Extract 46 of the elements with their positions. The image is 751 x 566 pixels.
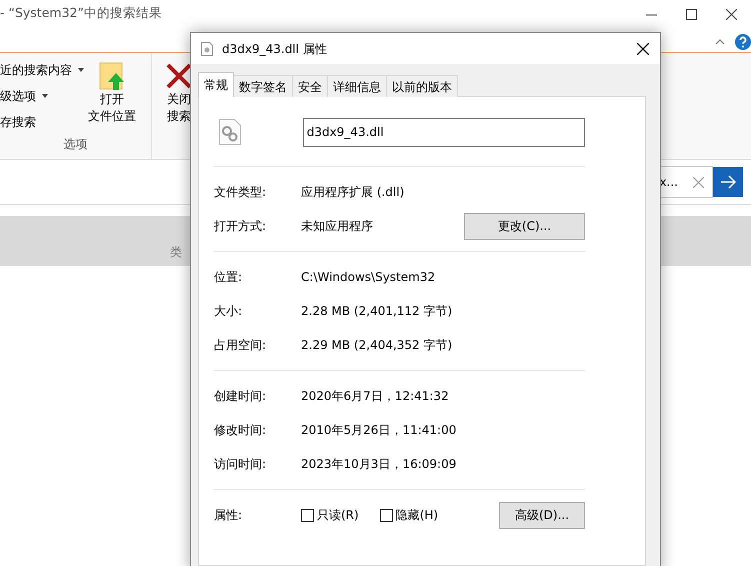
- field-label: 访问时间:: [214, 457, 266, 471]
- field-label: 占用空间:: [214, 338, 266, 352]
- field-label: 属性:: [214, 508, 242, 522]
- ribbon-option[interactable]: 存搜索: [0, 109, 84, 135]
- field-value: 2.29 MB (2,404,352 字节): [301, 338, 452, 352]
- field-label: 位置:: [214, 270, 242, 284]
- help-icon[interactable]: [735, 34, 751, 50]
- field-label: 打开方式:: [214, 219, 266, 233]
- field-value: 未知应用程序: [301, 219, 373, 233]
- tab[interactable]: 安全: [292, 75, 328, 97]
- change-button[interactable]: 更改(C)...: [464, 212, 585, 240]
- field-label: 大小:: [214, 304, 242, 318]
- tab[interactable]: 以前的版本: [386, 75, 458, 97]
- file-icon: [201, 42, 213, 56]
- close-icon: [166, 61, 192, 91]
- field-value: 2.28 MB (2,401,112 字节): [301, 304, 452, 318]
- gear-file-icon: [219, 119, 241, 145]
- file-name-field[interactable]: d3dx9_43.dll: [302, 118, 585, 146]
- field-label: 创建时间:: [214, 389, 266, 403]
- field-value: 2010年5月26日，11:41:00: [301, 423, 456, 437]
- ribbon-button[interactable]: 打开 文件位置: [82, 53, 142, 135]
- checkbox[interactable]: 隐藏(H): [380, 506, 438, 524]
- ribbon-button[interactable]: 关闭 搜索: [158, 53, 200, 159]
- arrow-icon: [720, 175, 736, 189]
- field-label: 文件类型:: [214, 185, 266, 199]
- search-button[interactable]: [713, 167, 743, 197]
- close-icon[interactable]: [637, 42, 649, 54]
- dialog-title: d3dx9_43.dll 属性: [222, 40, 328, 58]
- collapse-ribbon-icon[interactable]: [715, 39, 725, 45]
- field-value: 应用程序扩展 (.dll): [301, 185, 404, 199]
- ribbon-option[interactable]: 级选项: [0, 83, 84, 109]
- field-value: 2023年10月3日，16:09:09: [301, 457, 456, 471]
- clear-icon[interactable]: [693, 176, 704, 188]
- group-label: 选项: [64, 137, 88, 151]
- advanced-button[interactable]: 高级(D)...: [499, 502, 585, 528]
- tab[interactable]: 常规: [198, 72, 234, 97]
- tab[interactable]: 详细信息: [327, 75, 387, 97]
- field-value: C:\Windows\System32: [301, 270, 436, 284]
- ribbon-option[interactable]: 近的搜索内容: [0, 57, 84, 83]
- checkbox[interactable]: 只读(R): [301, 506, 359, 524]
- field-label: 修改时间:: [214, 423, 266, 437]
- field-value: 2020年6月7日，12:41:32: [301, 389, 449, 403]
- tab[interactable]: 数字签名: [233, 75, 293, 97]
- close-icon[interactable]: [726, 8, 736, 20]
- maximize-icon[interactable]: [686, 8, 696, 20]
- window-title: - “System32”中的搜索结果: [0, 5, 162, 20]
